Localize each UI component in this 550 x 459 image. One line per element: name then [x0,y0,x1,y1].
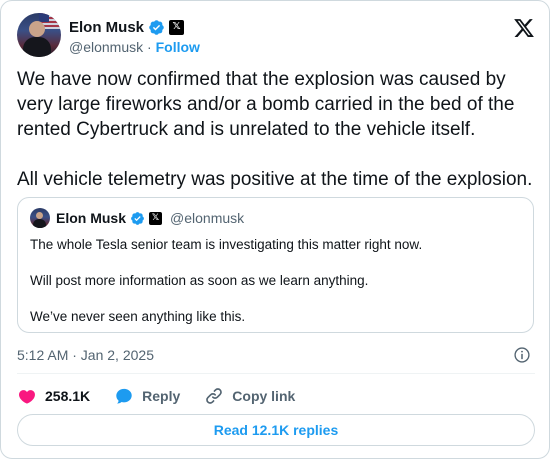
quoted-author-name: Elon Musk [56,210,127,226]
tweet-header: Elon Musk 𝕏 @elonmusk · Follow [17,11,535,61]
likes-count: 258.1K [45,388,91,404]
tweet-timestamp[interactable]: 5:12 AM · Jan 2, 2025 [17,347,154,363]
divider [17,373,535,374]
reply-button[interactable]: Reply [114,386,180,406]
author-handle[interactable]: @elonmusk [69,39,143,55]
quoted-paragraph: The whole Tesla senior team is investiga… [30,237,423,252]
link-icon [206,388,223,404]
tweet-card: Elon Musk 𝕏 @elonmusk · Follow We have n… [0,0,550,459]
avatar[interactable] [17,13,61,57]
quoted-paragraph: We’ve never seen anything like this. [30,309,246,324]
x-affiliate-icon: 𝕏 [169,19,185,35]
copy-link-label: Copy link [232,388,296,404]
author-name-row: Elon Musk 𝕏 [69,17,185,37]
reply-bubble-icon [116,388,132,404]
author-handle-row: @elonmusk · Follow [69,39,200,55]
tweet-paragraph: We have now confirmed that the explosion… [17,69,515,140]
follow-button[interactable]: Follow [156,39,200,55]
tweet-actions: 258.1K Reply Copy link [17,385,319,407]
like-button[interactable]: 258.1K [17,386,90,406]
quoted-avatar-figure [33,219,46,228]
quoted-paragraph: Will post more information as soon as we… [30,273,369,288]
verified-badge-icon [131,211,144,225]
tweet-paragraph: All vehicle telemetry was positive at th… [17,169,533,190]
x-affiliate-icon: 𝕏 [149,211,163,225]
heart-icon [19,390,35,404]
quoted-tweet-text: The whole Tesla senior team is investiga… [30,236,520,344]
handle-separator: · [143,39,156,55]
quoted-tweet-header: Elon Musk 𝕏 @elonmusk [30,208,244,228]
reply-label: Reply [142,388,181,404]
author-display-name[interactable]: Elon Musk [69,19,144,36]
tweet-text: We have now confirmed that the explosion… [17,67,537,192]
x-logo-icon[interactable] [513,17,535,39]
copy-link-button[interactable]: Copy link [204,386,295,406]
quoted-author-handle: @elonmusk [170,210,245,226]
quoted-tweet[interactable]: Elon Musk 𝕏 @elonmusk The whole Tesla se… [17,197,534,333]
info-icon[interactable] [513,346,531,364]
avatar-figure [23,37,51,57]
avatar-head [29,21,45,37]
avatar-flag-stars [39,13,49,22]
read-replies-button[interactable]: Read 12.1K replies [17,414,535,446]
verified-badge-icon [149,19,164,35]
quoted-avatar [30,208,50,228]
quoted-avatar-head [36,212,43,219]
